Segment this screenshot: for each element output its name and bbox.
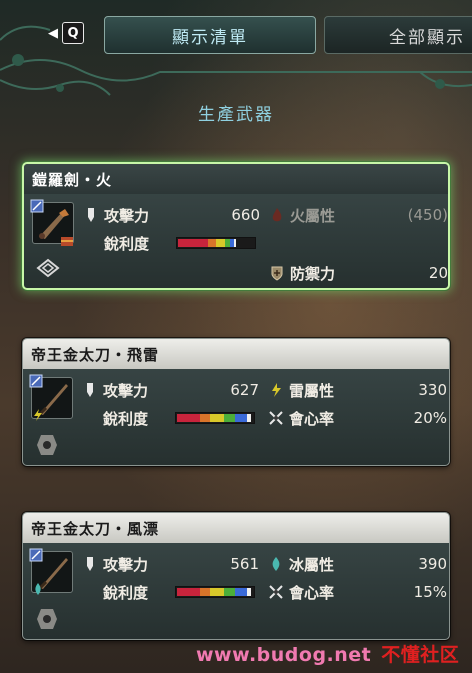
element-stat: 雷屬性 (267, 379, 334, 401)
attack-stat: 攻擊力 (82, 204, 149, 226)
sharpness-label: 銳利度 (103, 409, 149, 428)
weapon-name: 帝王金太刀・飛雷 (23, 339, 449, 369)
sharpness-white-segment (246, 414, 252, 422)
ice-small-icon (31, 581, 45, 600)
sharpness-white-segment (246, 588, 252, 596)
affinity-icon (267, 584, 285, 600)
tab-show-all[interactable]: 全部顯示 (324, 16, 472, 54)
sharpness-red-segment (178, 239, 209, 247)
sharpness-label: 銳利度 (103, 583, 149, 602)
extra-stat: 防禦力 (268, 262, 335, 284)
decoration-slot-icon (34, 258, 62, 282)
sharpness-stat: 銳利度 (81, 407, 148, 429)
extra-label: 會心率 (289, 409, 335, 428)
weapon-card[interactable]: 鎧羅劍・火 攻擊力 660 火屬性 (450) 銳利度 防禦力 20 (22, 162, 450, 290)
extra-label: 防禦力 (290, 264, 336, 283)
attack-icon (81, 556, 99, 572)
element-label: 火屬性 (290, 206, 336, 225)
attack-label: 攻擊力 (103, 555, 149, 574)
attack-stat: 攻擊力 (81, 553, 148, 575)
element-value: 390 (418, 555, 447, 573)
attack-value: 627 (230, 381, 259, 399)
extra-stat: 會心率 (267, 581, 334, 603)
sharpness-bar (175, 412, 255, 424)
watermark: www.budog.net 不懂社区 (196, 640, 459, 667)
affinity-icon (267, 410, 285, 426)
element-stat: 火屬性 (268, 204, 335, 226)
sharpness-orange-segment (199, 414, 211, 422)
decoration-slot-icon (33, 607, 61, 635)
sharpness-red-segment (177, 588, 200, 596)
weapon-card[interactable]: 帝王金太刀・風漂 攻擊力 561 冰屬性 390 銳利度 會心率 15% (22, 512, 450, 640)
weapon-name: 鎧羅劍・火 (24, 164, 448, 194)
extra-value: 20% (413, 409, 447, 427)
fire-icon (268, 207, 286, 223)
sharpness-orange-segment (208, 239, 216, 247)
sharpness-bar (176, 237, 256, 249)
sharpness-green-segment (224, 588, 235, 596)
extra-value: 20 (428, 264, 448, 282)
left-arrow-icon: ◀ (48, 25, 58, 41)
rarity-icon (29, 373, 43, 392)
element-value: (450) (407, 206, 448, 224)
watermark-url: www.budog.net (196, 644, 372, 666)
tab-display-list[interactable]: 顯示清單 (104, 16, 316, 54)
extra-label: 會心率 (289, 583, 335, 602)
element-label: 雷屬性 (289, 381, 335, 400)
sharpness-stat: 銳利度 (81, 581, 148, 603)
attack-value: 561 (230, 555, 259, 573)
prev-tab-hint[interactable]: ◀ Q (48, 22, 84, 44)
decoration-slot-icon (33, 433, 61, 461)
ice-icon (267, 556, 285, 572)
section-title: 生產武器 (198, 105, 274, 125)
element-label: 冰屬性 (289, 555, 335, 574)
extra-stat: 會心率 (267, 407, 334, 429)
shield-icon (268, 265, 286, 281)
attack-stat: 攻擊力 (81, 379, 148, 401)
thunder-icon (267, 382, 285, 398)
rarity-icon (30, 198, 44, 217)
sharpness-orange-segment (199, 588, 211, 596)
sharpness-yellow-segment (210, 414, 225, 422)
element-stat: 冰屬性 (267, 553, 334, 575)
sharpness-blue-segment (234, 588, 247, 596)
weapon-card[interactable]: 帝王金太刀・飛雷 攻擊力 627 雷屬性 330 銳利度 會心率 20% (22, 338, 450, 466)
rarity-icon (29, 547, 43, 566)
attack-icon (82, 207, 100, 223)
sharpness-bar (175, 586, 255, 598)
sharpness-label: 銳利度 (104, 234, 150, 253)
sharpness-yellow-segment (215, 239, 226, 247)
sharpness-white-segment (234, 239, 236, 247)
q-key-icon: Q (62, 22, 84, 44)
attack-label: 攻擊力 (104, 206, 150, 225)
sharpness-stat: 銳利度 (82, 232, 149, 254)
sharpness-blue-segment (234, 414, 247, 422)
sharpness-green-segment (224, 414, 235, 422)
bowgun-chest-icon (60, 232, 74, 251)
watermark-text: 不懂社区 (381, 644, 460, 666)
extra-value: 15% (413, 583, 447, 601)
element-value: 330 (418, 381, 447, 399)
weapon-name: 帝王金太刀・風漂 (23, 513, 449, 543)
sharpness-yellow-segment (210, 588, 225, 596)
sharpness-red-segment (177, 414, 200, 422)
attack-value: 660 (231, 206, 260, 224)
thunder-small-icon (31, 407, 45, 426)
attack-icon (81, 382, 99, 398)
attack-label: 攻擊力 (103, 381, 149, 400)
